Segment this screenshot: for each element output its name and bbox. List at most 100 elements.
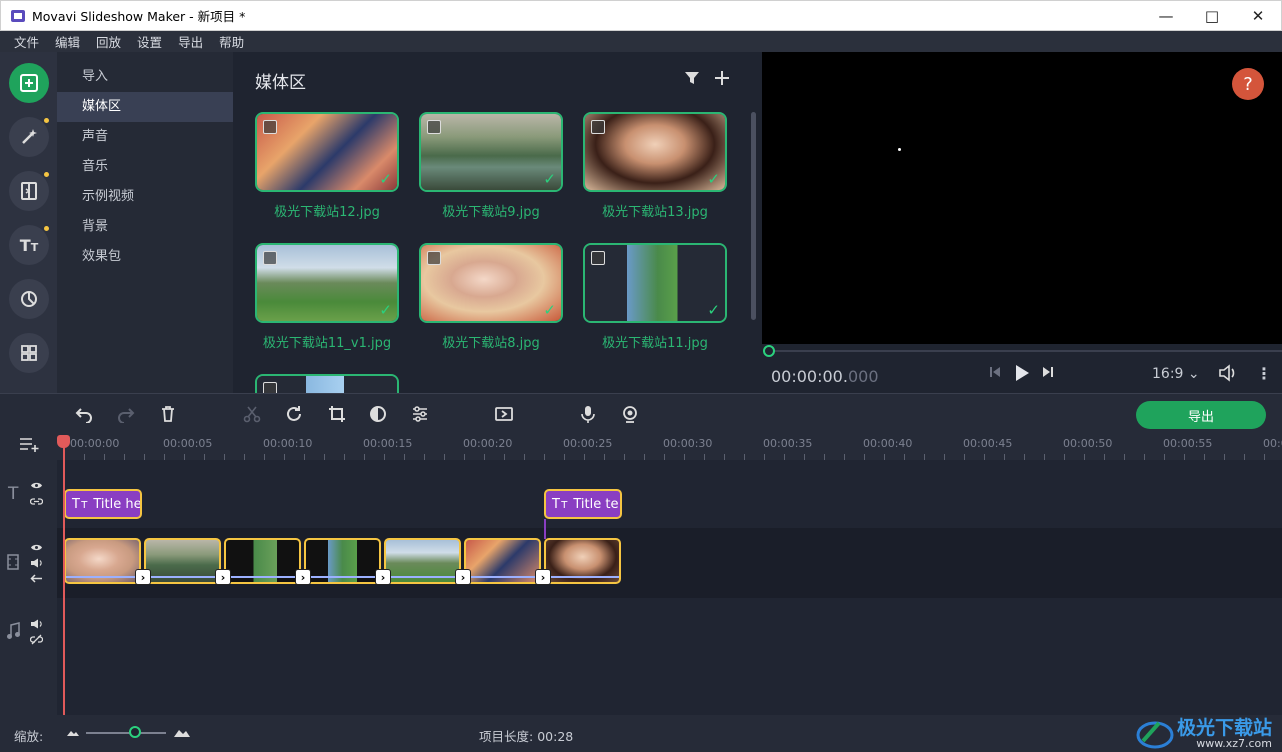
rotate-icon[interactable] — [284, 404, 304, 424]
video-track-icon — [7, 554, 19, 570]
media-thumb[interactable]: ✓ — [583, 243, 727, 323]
titles-icon[interactable]: TT — [9, 225, 49, 265]
video-clip[interactable] — [384, 538, 461, 584]
next-frame-icon[interactable] — [1041, 364, 1055, 380]
filter-icon[interactable] — [684, 70, 700, 86]
ruler-tick: 00:01 — [1263, 437, 1282, 450]
image-type-icon — [591, 120, 605, 134]
magic-wand-icon[interactable] — [9, 117, 49, 157]
media-thumb[interactable]: ✓ — [255, 112, 399, 192]
close-button[interactable]: ✕ — [1235, 1, 1281, 31]
nav-import[interactable]: 导入 — [57, 62, 233, 92]
more-tools-icon[interactable] — [9, 333, 49, 373]
watermark-text: 极光下载站 — [1176, 717, 1272, 739]
transition-icon[interactable]: › — [455, 569, 471, 585]
maximize-button[interactable]: □ — [1189, 1, 1235, 31]
media-thumb[interactable]: ✓ — [419, 243, 563, 323]
minimize-button[interactable]: — — [1143, 1, 1189, 31]
track-headers — [0, 433, 57, 715]
zoom-slider-handle[interactable] — [129, 726, 141, 738]
menu-settings[interactable]: 设置 — [137, 32, 162, 51]
title-track[interactable] — [57, 460, 1282, 528]
media-thumb[interactable]: ✓ — [255, 243, 399, 323]
media-thumb[interactable] — [255, 374, 399, 393]
transition-icon[interactable]: › — [295, 569, 311, 585]
help-button[interactable]: ? — [1232, 68, 1264, 100]
timeline-ruler[interactable]: 00:00:00 00:00:05 00:00:10 00:00:15 00:0… — [57, 433, 1282, 460]
ruler-tick: 00:00:45 — [963, 437, 1013, 450]
media-thumb-label: 极光下载站11.jpg — [602, 336, 708, 351]
link-icon[interactable] — [30, 497, 43, 506]
status-bar: 缩放: 项目长度: 00:28 极光下载站 www.xz7.com — [0, 715, 1282, 752]
audio-track[interactable] — [57, 598, 1282, 715]
nav-effect-packs[interactable]: 效果包 — [57, 242, 233, 272]
track-volume-icon[interactable] — [30, 558, 43, 568]
playhead[interactable] — [63, 438, 65, 715]
visibility-eye-icon[interactable] — [30, 481, 43, 490]
title-clip[interactable]: T T Title he — [64, 489, 142, 519]
add-icon[interactable] — [714, 70, 730, 86]
color-adjust-icon[interactable] — [368, 404, 388, 424]
nav-backgrounds[interactable]: 背景 — [57, 212, 233, 242]
menu-edit[interactable]: 编辑 — [55, 32, 80, 51]
track-volume-icon[interactable] — [30, 619, 43, 629]
delete-icon[interactable] — [158, 404, 178, 424]
scrubber-handle[interactable] — [763, 345, 775, 357]
media-scrollbar[interactable] — [751, 112, 756, 320]
export-button[interactable]: 导出 — [1136, 401, 1266, 429]
transitions-icon[interactable] — [9, 171, 49, 211]
undo-icon[interactable] — [74, 404, 94, 424]
title-clip[interactable]: T T Title te — [544, 489, 622, 519]
webcam-icon[interactable] — [620, 404, 640, 424]
preview-scrubber[interactable] — [768, 350, 1282, 352]
media-thumb[interactable]: ✓ — [583, 112, 727, 192]
menu-help[interactable]: 帮助 — [219, 32, 244, 51]
transition-icon[interactable]: › — [375, 569, 391, 585]
crop-icon[interactable] — [327, 404, 347, 424]
zoom-out-icon[interactable] — [67, 728, 79, 736]
previous-frame-icon[interactable] — [988, 364, 1002, 380]
visibility-eye-icon[interactable] — [30, 543, 43, 552]
menu-playback[interactable]: 回放 — [96, 32, 121, 51]
import-media-icon[interactable] — [9, 63, 49, 103]
title-bar: Movavi Slideshow Maker - 新项目 * — □ ✕ — [0, 0, 1282, 31]
ruler-tick: 00:00:50 — [1063, 437, 1113, 450]
added-check-icon: ✓ — [543, 301, 556, 319]
arrow-left-icon[interactable] — [30, 574, 43, 583]
media-thumb[interactable]: ✓ — [419, 112, 563, 192]
zoom-in-icon[interactable] — [174, 727, 190, 737]
clip-properties-icon[interactable] — [410, 404, 430, 424]
play-icon[interactable] — [1014, 364, 1030, 382]
menu-bar: 文件 编辑 回放 设置 导出 帮助 — [0, 31, 1282, 52]
menu-file[interactable]: 文件 — [14, 32, 39, 51]
cut-icon[interactable] — [242, 404, 262, 424]
aspect-ratio-select[interactable]: 16:9 ⌄ — [1152, 366, 1200, 382]
title-track-icon: T — [8, 484, 19, 504]
video-clip[interactable] — [544, 538, 621, 584]
nav-music[interactable]: 音乐 — [57, 152, 233, 182]
zoom-slider[interactable] — [86, 732, 166, 734]
nav-media-bin[interactable]: 媒体区 — [57, 92, 233, 122]
pan-zoom-icon[interactable] — [494, 404, 514, 424]
transition-icon[interactable]: › — [215, 569, 231, 585]
video-clip[interactable] — [144, 538, 221, 584]
title-clip-icon: T T — [552, 496, 568, 512]
nav-sample-videos[interactable]: 示例视频 — [57, 182, 233, 212]
unlink-icon[interactable] — [30, 634, 43, 645]
image-type-icon — [591, 251, 605, 265]
video-clip[interactable] — [64, 538, 141, 584]
add-track-icon[interactable] — [19, 436, 41, 452]
video-clip[interactable] — [304, 538, 381, 584]
stickers-icon[interactable] — [9, 279, 49, 319]
more-options-icon[interactable]: ⋮ — [1256, 364, 1272, 383]
volume-icon[interactable] — [1218, 364, 1238, 382]
video-clip[interactable] — [464, 538, 541, 584]
microphone-icon[interactable] — [578, 404, 598, 424]
playhead-handle[interactable] — [57, 435, 70, 448]
video-clip[interactable] — [224, 538, 301, 584]
redo-icon[interactable] — [116, 404, 136, 424]
transition-icon[interactable]: › — [135, 569, 151, 585]
nav-sound[interactable]: 声音 — [57, 122, 233, 152]
transition-icon[interactable]: › — [535, 569, 551, 585]
menu-export[interactable]: 导出 — [178, 32, 203, 51]
